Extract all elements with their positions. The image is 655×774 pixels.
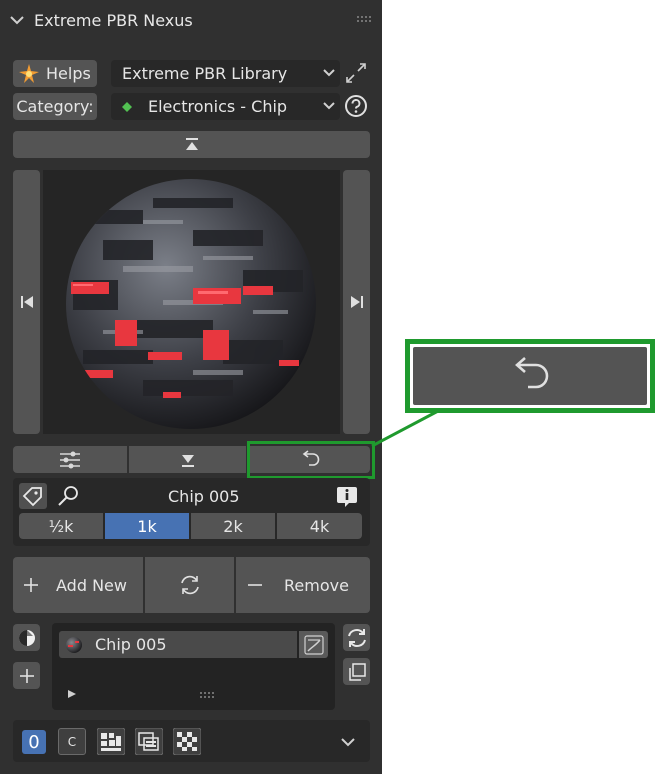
undo-icon — [506, 356, 554, 396]
zoomed-callout-box — [405, 339, 655, 413]
zoomed-undo-button — [413, 347, 647, 405]
